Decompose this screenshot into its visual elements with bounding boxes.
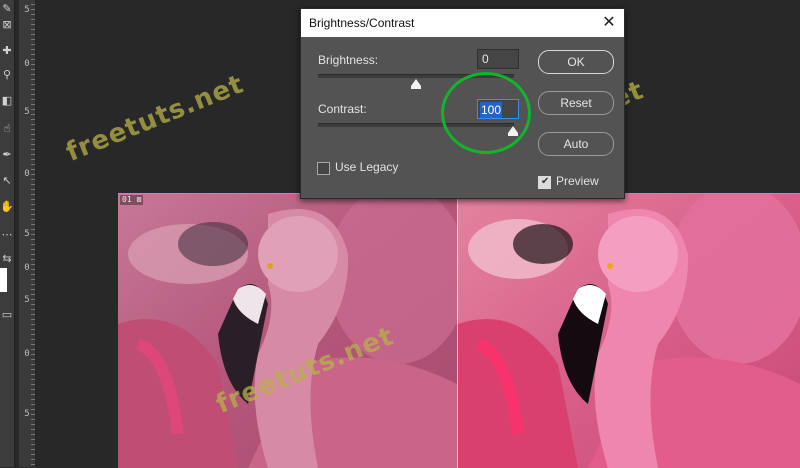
select-tool-icon[interactable]: ↖ <box>0 172 14 188</box>
ruler-mark: 0 <box>24 263 30 273</box>
auto-button[interactable]: Auto <box>538 132 614 156</box>
use-legacy-checkbox[interactable] <box>317 162 330 175</box>
smudge-tool-icon[interactable]: ☝ <box>0 120 14 136</box>
ruler-mark: 0 <box>24 349 30 359</box>
screen-mode-icon[interactable]: ▭ <box>0 306 14 322</box>
hand-tool-icon[interactable]: ✋ <box>0 198 14 214</box>
foreground-color-swatch[interactable] <box>0 268 7 292</box>
brightness-input[interactable] <box>477 49 519 69</box>
stamp-tool-icon[interactable]: ⚲ <box>0 66 14 82</box>
brightness-label: Brightness: <box>318 53 379 67</box>
checkmark-icon: ✔ <box>541 176 550 187</box>
healing-tool-icon[interactable]: ✚ <box>0 42 14 58</box>
pen-tool-icon[interactable]: ✒ <box>0 146 14 162</box>
brush-tool-icon[interactable]: ✎ <box>0 0 14 16</box>
frame-tool-icon[interactable]: ⊠ <box>0 16 14 32</box>
contrast-label: Contrast: <box>318 102 367 116</box>
ruler-mark: 0 <box>24 59 30 69</box>
ruler-mark: 5 <box>24 295 30 305</box>
ruler-mark: 5 <box>24 107 30 117</box>
dialog-title-bar[interactable]: Brightness/Contrast ✕ <box>301 9 624 37</box>
preview-label: Preview <box>556 174 599 188</box>
dialog-title: Brightness/Contrast <box>309 16 415 30</box>
use-legacy-label: Use Legacy <box>335 160 399 174</box>
close-icon[interactable]: ✕ <box>600 13 618 31</box>
brightness-slider-thumb[interactable] <box>411 79 421 86</box>
preview-checkbox[interactable]: ✔ <box>538 176 551 189</box>
ok-button[interactable]: OK <box>538 50 614 74</box>
ruler-mark: 5 <box>24 229 30 239</box>
more-tools-icon[interactable]: ⋯ <box>0 226 14 242</box>
ruler-mark: 5 <box>24 5 30 15</box>
flamingo-photo <box>118 194 800 468</box>
swap-colors-icon[interactable]: ⇆ <box>0 250 14 266</box>
highlight-circle <box>441 72 531 154</box>
document-canvas[interactable] <box>118 193 800 468</box>
reset-button[interactable]: Reset <box>538 91 614 115</box>
ruler-mark: 5 <box>24 409 30 419</box>
eraser-tool-icon[interactable]: ◧ <box>0 92 14 108</box>
vertical-ruler: 5 0 5 0 5 0 5 0 5 <box>18 0 36 467</box>
brightness-slider-thumb-base[interactable] <box>411 86 421 89</box>
watermark: freetuts.net <box>62 69 249 168</box>
ruler-mark: 0 <box>24 169 30 179</box>
tools-panel: ✎ ⊠ ✚ ⚲ ◧ ☝ ✒ ↖ ✋ ⋯ ⇆ ▭ <box>0 0 15 467</box>
document-tab-label: 01 ⊠ <box>120 195 144 205</box>
